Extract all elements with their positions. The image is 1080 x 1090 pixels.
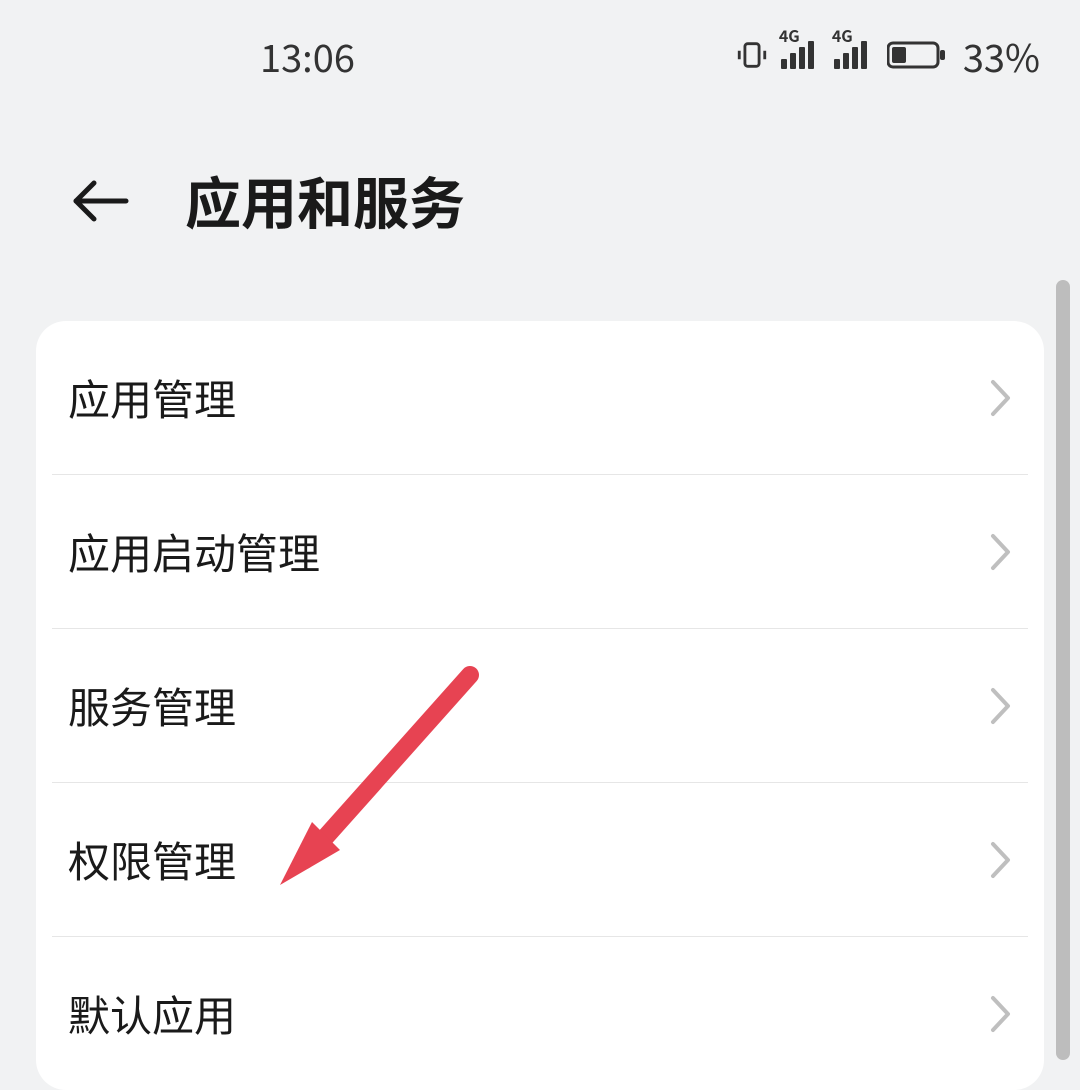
chevron-right-icon: [990, 533, 1012, 571]
page-title: 应用和服务: [185, 160, 465, 241]
list-item-label: 应用启动管理: [68, 521, 320, 582]
list-item-label: 服务管理: [68, 675, 236, 736]
list-item-default-apps[interactable]: 默认应用: [52, 937, 1028, 1090]
battery-icon: [887, 40, 947, 70]
status-bar: 13:06 4G 4G: [0, 0, 1080, 110]
status-time: 13:06: [260, 28, 355, 83]
battery-percent: 33%: [963, 28, 1040, 83]
chevron-right-icon: [990, 379, 1012, 417]
scroll-indicator[interactable]: [1056, 280, 1070, 1060]
status-right: 4G 4G 33%: [735, 28, 1040, 83]
list-item-label: 应用管理: [68, 367, 236, 428]
list-item-app-management[interactable]: 应用管理: [52, 321, 1028, 475]
signal-1-icon: 4G: [779, 41, 814, 69]
vibrate-icon: [735, 38, 769, 72]
chevron-right-icon: [990, 687, 1012, 725]
list-item-label: 权限管理: [68, 829, 236, 890]
list-item-app-launch[interactable]: 应用启动管理: [52, 475, 1028, 629]
list-item-service-management[interactable]: 服务管理: [52, 629, 1028, 783]
arrow-left-icon: [70, 176, 130, 226]
signal-2-icon: 4G: [832, 41, 867, 69]
list-item-label: 默认应用: [68, 983, 236, 1044]
list-item-permission-management[interactable]: 权限管理: [52, 783, 1028, 937]
settings-card: 应用管理 应用启动管理 服务管理 权限管理 默认应用: [36, 321, 1044, 1090]
chevron-right-icon: [990, 841, 1012, 879]
chevron-right-icon: [990, 995, 1012, 1033]
header: 应用和服务: [0, 110, 1080, 321]
back-button[interactable]: [65, 166, 135, 236]
